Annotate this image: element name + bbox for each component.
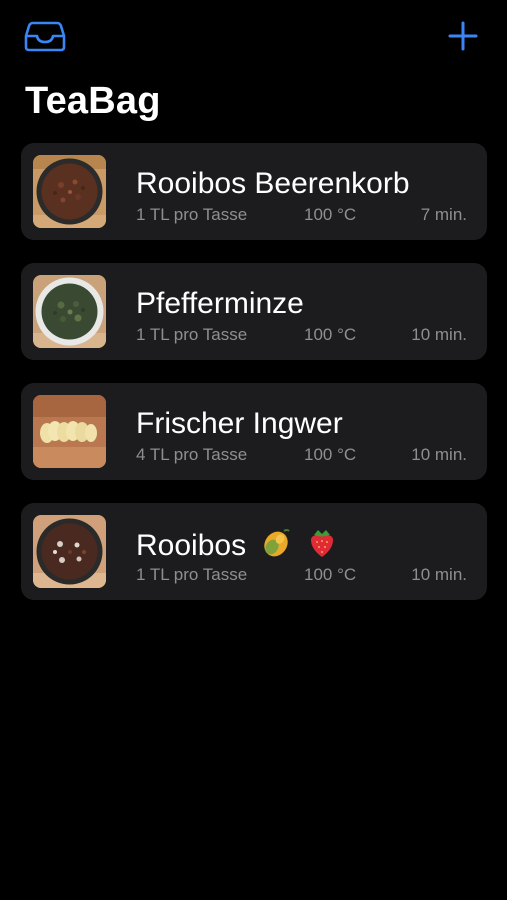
- tea-steep-time: 10 min.: [411, 445, 467, 464]
- tea-card-frischer-ingwer[interactable]: Frischer Ingwer 4 TL pro Tasse 100 °C 10…: [21, 383, 487, 480]
- tea-name: Rooibos: [136, 527, 337, 567]
- tea-thumbnail: [33, 395, 106, 468]
- tea-name: Pfefferminze: [136, 287, 304, 320]
- tea-amount: 1 TL pro Tasse: [136, 325, 248, 344]
- tea-card-rooibos[interactable]: Rooibos 1 TL pro Tasse 100 °C 10 min.: [21, 503, 487, 600]
- page-title: TeaBag: [25, 80, 161, 122]
- inbox-button[interactable]: [23, 18, 67, 58]
- tea-thumbnail: [33, 515, 106, 588]
- add-tea-button[interactable]: [441, 18, 485, 58]
- tea-thumbnail: [33, 155, 106, 228]
- tea-name-text: Rooibos: [136, 528, 247, 562]
- tea-steep-time: 7 min.: [420, 205, 467, 224]
- tea-name: Rooibos Beerenkorb: [136, 167, 410, 200]
- tea-temperature: 100 °C: [304, 325, 357, 344]
- tea-card-rooibos-beerenkorb[interactable]: Rooibos Beerenkorb 1 TL pro Tasse 100 °C…: [21, 143, 487, 240]
- tea-list: Rooibos Beerenkorb 1 TL pro Tasse 100 °C…: [21, 143, 487, 623]
- tea-temperature: 100 °C: [304, 565, 357, 584]
- tea-steep-time: 10 min.: [411, 325, 467, 344]
- tea-card-pfefferminze[interactable]: Pfefferminze 1 TL pro Tasse 100 °C 10 mi…: [21, 263, 487, 360]
- tea-amount: 1 TL pro Tasse: [136, 565, 248, 584]
- tea-amount: 4 TL pro Tasse: [136, 445, 248, 464]
- tea-list-screen: TeaBag Rooibos Beerenkorb 1 TL pro Tasse…: [0, 0, 507, 900]
- tea-thumbnail: [33, 275, 106, 348]
- tray-icon: [24, 20, 66, 57]
- tea-name: Frischer Ingwer: [136, 407, 343, 440]
- mango-icon: [260, 527, 292, 567]
- tea-temperature: 100 °C: [304, 205, 357, 224]
- tea-amount: 1 TL pro Tasse: [136, 205, 248, 224]
- strawberry-icon: [307, 527, 337, 567]
- tea-steep-time: 10 min.: [411, 565, 467, 584]
- tea-temperature: 100 °C: [304, 445, 357, 464]
- plus-icon: [448, 21, 478, 56]
